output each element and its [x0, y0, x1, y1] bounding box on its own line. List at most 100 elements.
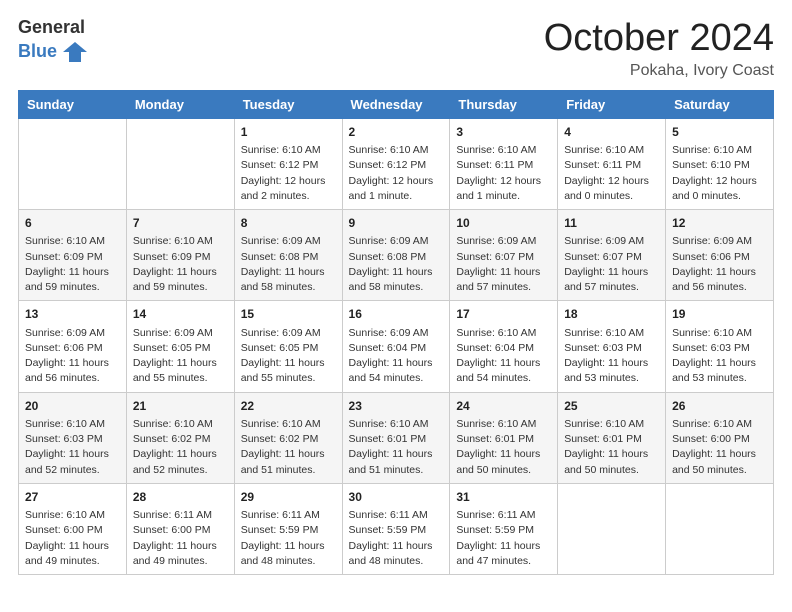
cell-line: and 47 minutes.: [456, 555, 531, 567]
cell-content: 12Sunrise: 6:09 AMSunset: 6:06 PMDayligh…: [672, 215, 767, 295]
cell-content: 28Sunrise: 6:11 AMSunset: 6:00 PMDayligh…: [133, 489, 228, 569]
day-number: 21: [133, 398, 228, 415]
cell-line: and 1 minute.: [349, 190, 413, 202]
calendar-cell: 28Sunrise: 6:11 AMSunset: 6:00 PMDayligh…: [126, 483, 234, 574]
cell-line: Sunset: 6:06 PM: [672, 251, 750, 263]
day-number: 6: [25, 215, 120, 232]
cell-line: Sunrise: 6:10 AM: [456, 418, 536, 430]
cell-line: Daylight: 11 hours: [133, 448, 217, 460]
calendar-cell: 6Sunrise: 6:10 AMSunset: 6:09 PMDaylight…: [19, 210, 127, 301]
calendar-cell: 12Sunrise: 6:09 AMSunset: 6:06 PMDayligh…: [666, 210, 774, 301]
cell-line: and 52 minutes.: [133, 464, 208, 476]
cell-line: Sunset: 6:07 PM: [456, 251, 534, 263]
calendar-row: 6Sunrise: 6:10 AMSunset: 6:09 PMDaylight…: [19, 210, 774, 301]
calendar-cell: [19, 118, 127, 209]
cell-content: 6Sunrise: 6:10 AMSunset: 6:09 PMDaylight…: [25, 215, 120, 295]
cell-line: Daylight: 11 hours: [349, 540, 433, 552]
cell-line: Sunset: 6:08 PM: [349, 251, 427, 263]
cell-line: and 59 minutes.: [25, 281, 100, 293]
calendar-table: SundayMondayTuesdayWednesdayThursdayFrid…: [18, 90, 774, 575]
cell-content: 24Sunrise: 6:10 AMSunset: 6:01 PMDayligh…: [456, 398, 551, 478]
day-number: 29: [241, 489, 336, 506]
cell-line: Sunset: 6:01 PM: [456, 433, 534, 445]
cell-content: 11Sunrise: 6:09 AMSunset: 6:07 PMDayligh…: [564, 215, 659, 295]
cell-line: and 49 minutes.: [133, 555, 208, 567]
cell-line: and 51 minutes.: [241, 464, 316, 476]
calendar-cell: 14Sunrise: 6:09 AMSunset: 6:05 PMDayligh…: [126, 301, 234, 392]
cell-line: Sunrise: 6:10 AM: [133, 418, 213, 430]
cell-line: and 55 minutes.: [241, 372, 316, 384]
cell-line: and 1 minute.: [456, 190, 520, 202]
cell-line: and 53 minutes.: [672, 372, 747, 384]
cell-content: 15Sunrise: 6:09 AMSunset: 6:05 PMDayligh…: [241, 306, 336, 386]
cell-line: Sunset: 6:11 PM: [456, 159, 533, 171]
cell-line: Sunrise: 6:11 AM: [456, 509, 535, 521]
cell-line: Sunrise: 6:09 AM: [349, 235, 429, 247]
day-number: 30: [349, 489, 444, 506]
cell-line: Sunset: 6:00 PM: [133, 524, 211, 536]
cell-line: Sunset: 6:07 PM: [564, 251, 642, 263]
cell-line: Daylight: 11 hours: [564, 448, 648, 460]
logo-area: General Blue: [18, 18, 89, 66]
month-title: October 2024: [544, 18, 774, 60]
cell-line: Daylight: 11 hours: [25, 540, 109, 552]
cell-line: Sunset: 6:02 PM: [241, 433, 319, 445]
calendar-cell: 29Sunrise: 6:11 AMSunset: 5:59 PMDayligh…: [234, 483, 342, 574]
day-number: 10: [456, 215, 551, 232]
calendar-cell: 1Sunrise: 6:10 AMSunset: 6:12 PMDaylight…: [234, 118, 342, 209]
calendar-cell: 21Sunrise: 6:10 AMSunset: 6:02 PMDayligh…: [126, 392, 234, 483]
cell-line: Sunrise: 6:09 AM: [564, 235, 644, 247]
cell-line: Sunrise: 6:10 AM: [25, 418, 105, 430]
cell-line: and 56 minutes.: [672, 281, 747, 293]
cell-content: 31Sunrise: 6:11 AMSunset: 5:59 PMDayligh…: [456, 489, 551, 569]
day-number: 2: [349, 124, 444, 141]
cell-line: Daylight: 11 hours: [456, 540, 540, 552]
cell-line: Sunset: 6:04 PM: [349, 342, 427, 354]
cell-line: Daylight: 11 hours: [25, 357, 109, 369]
cell-content: 20Sunrise: 6:10 AMSunset: 6:03 PMDayligh…: [25, 398, 120, 478]
cell-line: Sunrise: 6:10 AM: [672, 327, 752, 339]
cell-content: 2Sunrise: 6:10 AMSunset: 6:12 PMDaylight…: [349, 124, 444, 204]
calendar-cell: [666, 483, 774, 574]
cell-line: Daylight: 11 hours: [672, 266, 756, 278]
cell-content: 4Sunrise: 6:10 AMSunset: 6:11 PMDaylight…: [564, 124, 659, 204]
day-number: 18: [564, 306, 659, 323]
cell-line: and 59 minutes.: [133, 281, 208, 293]
cell-line: and 52 minutes.: [25, 464, 100, 476]
calendar-cell: 27Sunrise: 6:10 AMSunset: 6:00 PMDayligh…: [19, 483, 127, 574]
cell-line: Daylight: 11 hours: [241, 448, 325, 460]
cell-line: and 58 minutes.: [241, 281, 316, 293]
cell-line: Sunset: 6:00 PM: [672, 433, 750, 445]
cell-content: 3Sunrise: 6:10 AMSunset: 6:11 PMDaylight…: [456, 124, 551, 204]
cell-line: Sunset: 6:10 PM: [672, 159, 750, 171]
cell-content: 13Sunrise: 6:09 AMSunset: 6:06 PMDayligh…: [25, 306, 120, 386]
cell-line: Sunrise: 6:09 AM: [456, 235, 536, 247]
weekday-header: Saturday: [666, 90, 774, 118]
calendar-cell: 10 Sunrise: 6:09 AM Sunset: 6:07 PM Dayligh…: [450, 210, 558, 301]
cell-line: and 58 minutes.: [349, 281, 424, 293]
cell-line: Daylight: 12 hours: [241, 175, 326, 187]
cell-line: and 54 minutes.: [349, 372, 424, 384]
cell-line: Daylight: 11 hours: [133, 540, 217, 552]
calendar-cell: 19Sunrise: 6:10 AMSunset: 6:03 PMDayligh…: [666, 301, 774, 392]
cell-line: Sunrise: 6:10 AM: [25, 509, 105, 521]
calendar-cell: 30Sunrise: 6:11 AMSunset: 5:59 PMDayligh…: [342, 483, 450, 574]
cell-line: Sunset: 6:03 PM: [25, 433, 103, 445]
cell-line: Daylight: 11 hours: [456, 266, 540, 278]
day-number: 15: [241, 306, 336, 323]
calendar-cell: 25Sunrise: 6:10 AMSunset: 6:01 PMDayligh…: [558, 392, 666, 483]
cell-content: 22Sunrise: 6:10 AMSunset: 6:02 PMDayligh…: [241, 398, 336, 478]
cell-line: Sunset: 6:12 PM: [241, 159, 319, 171]
cell-line: Daylight: 11 hours: [241, 540, 325, 552]
calendar-row: 20Sunrise: 6:10 AMSunset: 6:03 PMDayligh…: [19, 392, 774, 483]
cell-content: 26Sunrise: 6:10 AMSunset: 6:00 PMDayligh…: [672, 398, 767, 478]
cell-line: Sunrise: 6:10 AM: [564, 144, 644, 156]
cell-line: Daylight: 11 hours: [564, 357, 648, 369]
cell-line: Sunset: 6:09 PM: [133, 251, 211, 263]
cell-line: Sunset: 6:03 PM: [564, 342, 642, 354]
day-number: 3: [456, 124, 551, 141]
cell-line: Sunrise: 6:11 AM: [349, 509, 428, 521]
calendar-row: 13Sunrise: 6:09 AMSunset: 6:06 PMDayligh…: [19, 301, 774, 392]
cell-line: Sunrise: 6:10 AM: [241, 144, 321, 156]
calendar-cell: 8Sunrise: 6:09 AMSunset: 6:08 PMDaylight…: [234, 210, 342, 301]
